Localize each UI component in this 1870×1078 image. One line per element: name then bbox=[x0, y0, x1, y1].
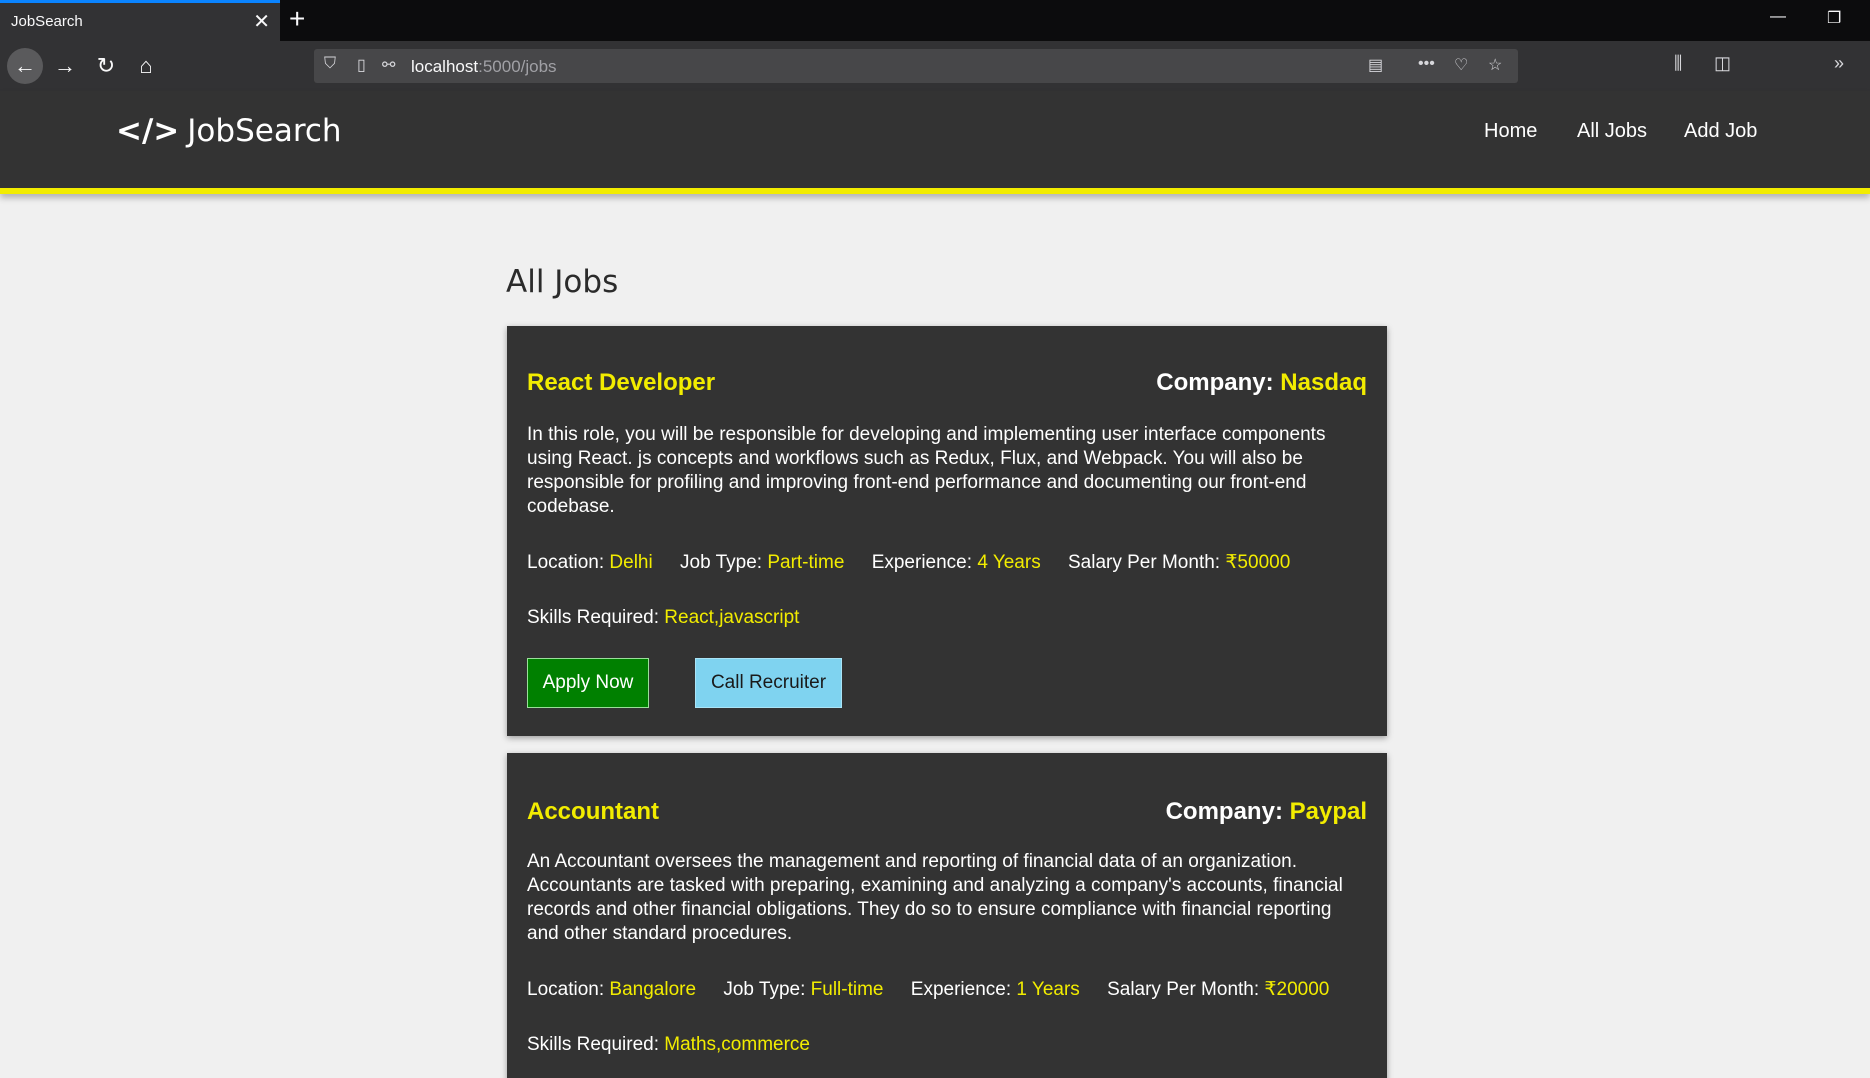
new-tab-icon[interactable]: + bbox=[289, 3, 305, 35]
job-type-label: Job Type: bbox=[723, 979, 811, 1000]
permissions-icon[interactable]: ⚯ bbox=[382, 55, 395, 75]
minimize-icon[interactable]: — bbox=[1770, 8, 1786, 26]
library-icon[interactable]: ⫼ bbox=[1674, 53, 1682, 74]
shield-icon[interactable]: ⛉ bbox=[324, 55, 336, 73]
job-type-label: Job Type: bbox=[680, 552, 768, 573]
company-line: Company: Nasdaq bbox=[1156, 369, 1367, 397]
job-card: React Developer Company: Nasdaq In this … bbox=[507, 326, 1387, 736]
forward-arrow-icon[interactable]: → bbox=[47, 48, 83, 84]
tab-title: JobSearch bbox=[11, 13, 83, 30]
sidebar-icon[interactable]: ◫ bbox=[1714, 53, 1731, 74]
page-title: All Jobs bbox=[506, 264, 619, 300]
nav-add-job-link[interactable]: Add Job bbox=[1684, 120, 1757, 143]
location-label: Location: bbox=[527, 979, 610, 1000]
job-meta-row: Location: Bangalore Job Type: Full-time … bbox=[527, 978, 1351, 1001]
salary-value: ₹20000 bbox=[1264, 979, 1330, 1000]
restore-icon[interactable]: ❐ bbox=[1827, 8, 1841, 28]
job-title: Accountant bbox=[527, 798, 659, 825]
reload-icon[interactable]: ↻ bbox=[88, 48, 124, 84]
code-icon: </> bbox=[116, 113, 180, 149]
location-label: Location: bbox=[527, 552, 610, 573]
nav-home-link[interactable]: Home bbox=[1484, 120, 1537, 143]
url-host: localhost bbox=[411, 57, 479, 76]
job-type-value: Full-time bbox=[810, 979, 884, 1000]
skills-row: Skills Required: React,javascript bbox=[527, 607, 821, 629]
location-value: Bangalore bbox=[609, 979, 697, 1000]
job-description: In this role, you will be responsible fo… bbox=[527, 424, 1326, 517]
browser-tab-strip: JobSearch ✕ + — ❐ bbox=[0, 0, 1870, 41]
company-label: Company: bbox=[1165, 798, 1290, 825]
apply-now-button[interactable]: Apply Now bbox=[527, 658, 649, 708]
skills-label: Skills Required: bbox=[527, 1034, 665, 1055]
home-icon[interactable]: ⌂ bbox=[128, 48, 164, 84]
address-bar[interactable]: ⛉ ▯ ⚯ localhost:5000/jobs ▤ ••• ♡ ☆ bbox=[314, 49, 1518, 83]
url-path: :5000/jobs bbox=[478, 57, 557, 76]
salary-label: Salary Per Month: bbox=[1107, 979, 1265, 1000]
overflow-menu-icon[interactable]: » bbox=[1834, 53, 1844, 74]
job-meta-row: Location: Delhi Job Type: Part-time Expe… bbox=[527, 551, 1312, 574]
logo-text: JobSearch bbox=[187, 113, 342, 149]
bookmark-star-icon[interactable]: ☆ bbox=[1488, 55, 1502, 75]
skills-value: React,javascript bbox=[664, 607, 800, 628]
site-logo[interactable]: </> JobSearch bbox=[116, 113, 342, 149]
company-name: Nasdaq bbox=[1280, 369, 1367, 396]
close-tab-icon[interactable]: ✕ bbox=[253, 9, 270, 34]
company-line: Company: Paypal bbox=[1166, 798, 1367, 826]
company-name: Paypal bbox=[1289, 798, 1367, 825]
experience-label: Experience: bbox=[871, 552, 978, 573]
back-arrow-icon[interactable]: ← bbox=[7, 48, 43, 84]
page-icon[interactable]: ▯ bbox=[357, 55, 366, 75]
site-header: </> JobSearch Home All Jobs Add Job bbox=[0, 91, 1870, 194]
pocket-icon[interactable]: ♡ bbox=[1454, 55, 1468, 75]
job-title: React Developer bbox=[527, 369, 716, 396]
salary-label: Salary Per Month: bbox=[1068, 552, 1226, 573]
more-actions-icon[interactable]: ••• bbox=[1418, 55, 1435, 73]
experience-value: 1 Years bbox=[1016, 979, 1080, 1000]
reader-view-icon[interactable]: ▤ bbox=[1368, 55, 1383, 75]
company-label: Company: bbox=[1156, 369, 1281, 396]
job-type-value: Part-time bbox=[767, 552, 845, 573]
job-description: An Accountant oversees the management an… bbox=[527, 851, 1343, 944]
call-recruiter-button[interactable]: Call Recruiter bbox=[695, 658, 842, 708]
job-card: Accountant Company: Paypal An Accountant… bbox=[507, 753, 1387, 1078]
location-value: Delhi bbox=[609, 552, 653, 573]
skills-label: Skills Required: bbox=[527, 607, 665, 628]
browser-toolbar: ← → ↻ ⌂ ⛉ ▯ ⚯ localhost:5000/jobs ▤ ••• … bbox=[0, 41, 1870, 91]
experience-value: 4 Years bbox=[977, 552, 1041, 573]
skills-row: Skills Required: Maths,commerce bbox=[527, 1034, 832, 1056]
salary-value: ₹50000 bbox=[1225, 552, 1291, 573]
skills-value: Maths,commerce bbox=[664, 1034, 810, 1055]
nav-all-jobs-link[interactable]: All Jobs bbox=[1577, 120, 1647, 143]
experience-label: Experience: bbox=[910, 979, 1017, 1000]
browser-tab[interactable]: JobSearch ✕ bbox=[0, 0, 280, 41]
url-text[interactable]: localhost:5000/jobs bbox=[411, 57, 557, 77]
